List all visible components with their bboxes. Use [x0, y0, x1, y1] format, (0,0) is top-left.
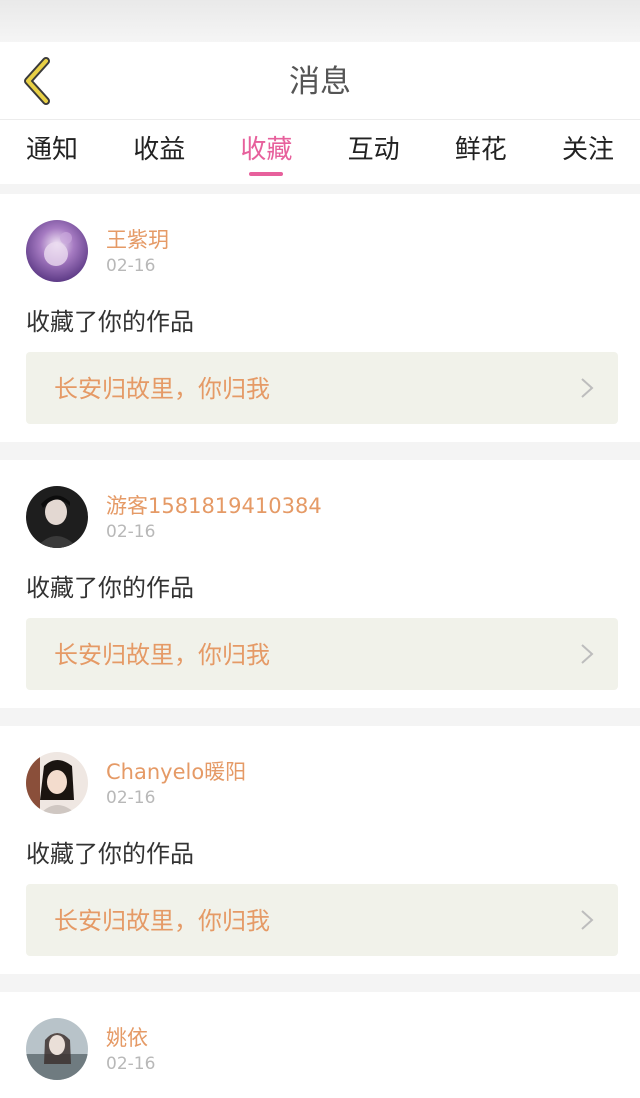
tab-interactions[interactable]: 互动: [348, 120, 400, 184]
tab-favorites[interactable]: 收藏: [240, 120, 292, 184]
tab-follows[interactable]: 关注: [562, 120, 614, 184]
tab-bar: 通知 收益 收藏 互动 鲜花 关注: [0, 120, 640, 184]
work-link[interactable]: 长安归故里，你归我: [26, 884, 618, 956]
chevron-right-icon: [581, 644, 594, 664]
work-link[interactable]: 长安归故里，你归我: [26, 618, 618, 690]
tab-label: 收藏: [240, 135, 293, 165]
avatar[interactable]: [26, 1018, 88, 1080]
notification-date: 02-16: [106, 522, 156, 542]
tab-flowers[interactable]: 鲜花: [455, 120, 507, 184]
action-text: 收藏了你的作品: [26, 308, 194, 336]
username[interactable]: Chanyelo暖阳: [106, 756, 246, 786]
notification-card: 姚依 02-16: [0, 992, 640, 1098]
tab-label: 互动: [347, 135, 400, 165]
tab-label: 鲜花: [454, 135, 507, 165]
status-bar: [0, 0, 640, 42]
tab-label: 关注: [561, 135, 614, 165]
tab-earnings[interactable]: 收益: [133, 120, 185, 184]
active-tab-indicator: [249, 172, 284, 176]
username[interactable]: 姚依: [106, 1022, 148, 1052]
page-title: 消息: [289, 64, 351, 100]
notification-date: 02-16: [106, 1054, 156, 1074]
avatar[interactable]: [26, 220, 88, 282]
notification-card: Chanyelo暖阳 02-16 收藏了你的作品 长安归故里，你归我: [0, 726, 640, 974]
chevron-right-icon: [581, 910, 594, 930]
tab-label: 收益: [133, 135, 186, 165]
avatar[interactable]: [26, 486, 88, 548]
notification-card: 游客1581819410384 02-16 收藏了你的作品 长安归故里，你归我: [0, 460, 640, 708]
work-link[interactable]: 长安归故里，你归我: [26, 352, 618, 424]
tab-label: 通知: [26, 135, 79, 165]
avatar[interactable]: [26, 752, 88, 814]
action-text: 收藏了你的作品: [26, 574, 194, 602]
username[interactable]: 游客1581819410384: [106, 490, 322, 520]
notification-card: 王紫玥 02-16 收藏了你的作品 长安归故里，你归我: [0, 194, 640, 442]
notification-date: 02-16: [106, 788, 156, 808]
username[interactable]: 王紫玥: [106, 224, 169, 254]
work-title: 长安归故里，你归我: [54, 375, 270, 403]
work-title: 长安归故里，你归我: [54, 907, 270, 935]
top-nav-bar: 消息: [0, 42, 640, 120]
chevron-right-icon: [581, 378, 594, 398]
tab-notice[interactable]: 通知: [26, 120, 78, 184]
work-title: 长安归故里，你归我: [54, 641, 270, 669]
action-text: 收藏了你的作品: [26, 840, 194, 868]
notification-date: 02-16: [106, 256, 156, 276]
